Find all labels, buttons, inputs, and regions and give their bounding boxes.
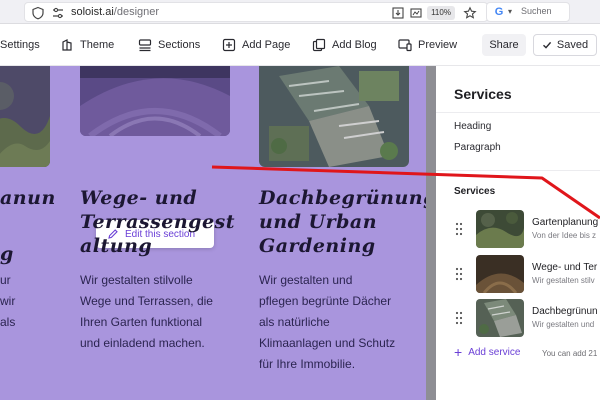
- panel-divider: [436, 170, 600, 171]
- service-text-2: Wir gestalten stilvolle Wege und Terrass…: [80, 270, 213, 354]
- settings-button[interactable]: Settings: [0, 36, 40, 54]
- sections-icon: [138, 39, 152, 52]
- search-engine-icon[interactable]: G: [492, 5, 506, 19]
- service-text-1-line-2: wir: [0, 294, 16, 308]
- service-title-1-line-2: g: [0, 243, 14, 265]
- add-service-button[interactable]: + Add service: [454, 344, 521, 360]
- service-title-1: anun g: [0, 186, 56, 266]
- service-item[interactable]: Gartenplanung Von der Idee bis z: [454, 210, 600, 248]
- green-roof-image: [259, 66, 409, 167]
- service-title-3-line-3: Gardening: [259, 235, 376, 257]
- add-service-hint: You can add 21: [542, 349, 598, 358]
- url-domain: soloist.ai: [71, 6, 114, 18]
- zoom-level[interactable]: 110%: [427, 6, 455, 20]
- add-blog-icon: [312, 38, 326, 52]
- drag-handle-icon[interactable]: [454, 311, 464, 325]
- plus-icon: +: [454, 344, 463, 360]
- service-text-2-line-4: und einladend machen.: [80, 336, 205, 350]
- service-thumbnail: [476, 210, 524, 248]
- chevron-down-icon[interactable]: ▾: [508, 5, 512, 19]
- service-name: Wege- und Ter: [532, 262, 598, 273]
- service-text-1: ur wir als: [0, 270, 15, 333]
- sections-button[interactable]: Sections: [138, 36, 200, 54]
- canvas-scrollbar[interactable]: [426, 66, 436, 400]
- add-service-label: Add service: [468, 346, 521, 358]
- service-title-2: Wege- und Terrassengest altung: [80, 186, 235, 258]
- service-title-3-line-1: Dachbegrünung: [259, 187, 426, 209]
- service-title-1-line-1: anun: [0, 187, 56, 209]
- service-text-1-line-1: ur: [0, 273, 11, 287]
- preview-icon: [398, 39, 412, 52]
- drag-handle-icon[interactable]: [454, 222, 464, 236]
- add-page-button[interactable]: Add Page: [222, 36, 290, 54]
- shield-icon[interactable]: [31, 6, 45, 20]
- settings-label: Settings: [0, 39, 40, 51]
- service-title-2-line-2: Terrassengest: [80, 211, 236, 233]
- designer-toolbar: Settings Theme Sections Add Page Add Blo…: [0, 24, 600, 66]
- url-text[interactable]: soloist.ai/designer: [71, 6, 159, 18]
- service-thumbnail: [476, 299, 524, 337]
- sections-label: Sections: [158, 39, 201, 51]
- drag-handle-icon[interactable]: [454, 267, 464, 281]
- url-bar[interactable]: soloist.ai/designer 110%: [24, 2, 488, 22]
- service-description: Wir gestalten und: [532, 320, 595, 329]
- service-text-3-line-3: als natürliche: [259, 315, 330, 329]
- service-description: Wir gestalten stilv: [532, 276, 595, 285]
- service-item[interactable]: Dachbegrünun Wir gestalten und: [454, 299, 600, 337]
- theme-icon: [62, 39, 72, 51]
- service-text-3: Wir gestalten und pflegen begrünte Däche…: [259, 270, 395, 375]
- permissions-icon[interactable]: [51, 6, 65, 20]
- service-text-3-line-1: Wir gestalten und: [259, 273, 353, 287]
- heading-field[interactable]: Heading: [454, 121, 491, 132]
- saved-button[interactable]: Saved: [533, 34, 597, 56]
- theme-button[interactable]: Theme: [60, 36, 114, 54]
- search-box[interactable]: G ▾ Suchen: [486, 2, 570, 22]
- service-text-3-line-5: für Ihre Immobilie.: [259, 357, 356, 371]
- service-text-3-line-2: pflegen begrünte Dächer: [259, 294, 392, 308]
- saved-label: Saved: [556, 39, 589, 51]
- paving-terrace-image: [80, 66, 230, 136]
- service-title-2-line-3: altung: [80, 235, 153, 257]
- service-text-1-line-3: als: [0, 315, 16, 329]
- share-button[interactable]: Share: [482, 34, 526, 56]
- services-section-label: Services: [454, 186, 496, 197]
- panel-divider: [436, 112, 600, 113]
- add-blog-label: Add Blog: [332, 39, 377, 51]
- service-text-2-line-1: Wir gestalten stilvolle: [80, 273, 193, 287]
- website-canvas[interactable]: anun g ur wir als Edit this section Wege…: [0, 66, 426, 400]
- reader-view-icon[interactable]: [391, 6, 405, 20]
- service-title-3: Dachbegrünung und Urban Gardening: [259, 186, 426, 258]
- service-text-3-line-4: Klimaanlagen und Schutz: [259, 336, 396, 350]
- paragraph-field[interactable]: Paragraph: [454, 142, 501, 153]
- url-path: /designer: [113, 6, 160, 18]
- panel-title: Services: [454, 86, 512, 102]
- service-item[interactable]: Wege- und Ter Wir gestalten stilv: [454, 255, 600, 293]
- service-name: Dachbegrünun: [532, 306, 598, 317]
- screenshot-icon[interactable]: [409, 6, 423, 20]
- garden-planning-image: [0, 66, 50, 167]
- service-text-2-line-2: Wege und Terrassen, die: [80, 294, 213, 308]
- browser-toolbar: soloist.ai/designer 110% G ▾ Suchen: [0, 0, 600, 24]
- theme-label: Theme: [80, 39, 115, 51]
- service-name: Gartenplanung: [532, 217, 599, 228]
- service-title-3-line-2: und Urban: [259, 211, 378, 233]
- preview-button[interactable]: Preview: [398, 36, 457, 54]
- preview-label: Preview: [418, 39, 458, 51]
- checkmark-icon: [542, 41, 552, 49]
- search-placeholder: Suchen: [521, 6, 552, 16]
- service-title-2-line-1: Wege- und: [80, 187, 198, 209]
- services-panel: Services Heading Paragraph Services Gart…: [436, 66, 600, 400]
- bookmark-star-icon[interactable]: [463, 6, 477, 20]
- add-page-label: Add Page: [242, 39, 291, 51]
- service-text-2-line-3: Ihren Garten funktional: [80, 315, 203, 329]
- add-blog-button[interactable]: Add Blog: [312, 36, 377, 54]
- add-page-icon: [222, 38, 236, 52]
- service-description: Von der Idee bis z: [532, 231, 597, 240]
- service-thumbnail: [476, 255, 524, 293]
